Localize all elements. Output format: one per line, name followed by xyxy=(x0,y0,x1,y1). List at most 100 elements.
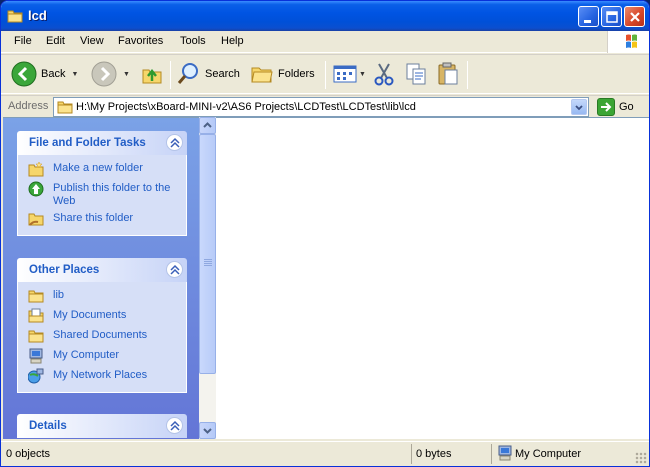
explorer-window: lcd File Edit View Favorites Tools Help xyxy=(0,0,650,467)
publish-web-icon xyxy=(28,181,44,197)
toolbar-separator xyxy=(325,61,326,89)
chevron-down-icon xyxy=(203,428,212,434)
scroll-thumb[interactable] xyxy=(199,134,216,374)
views-button[interactable]: ▼ xyxy=(333,55,366,93)
task-pane: File and Folder Tasks Make a new folder … xyxy=(3,117,199,439)
chevron-up-icon xyxy=(170,420,180,431)
place-my-documents[interactable]: My Documents xyxy=(18,306,186,326)
back-label: Back xyxy=(41,68,66,80)
panel-title: File and Folder Tasks xyxy=(29,137,146,149)
place-label: My Computer xyxy=(53,349,120,361)
address-dropdown-button[interactable] xyxy=(571,99,587,115)
menu-help[interactable]: Help xyxy=(221,35,244,47)
share-folder-icon xyxy=(28,213,44,226)
task-label: Publish this folder to the Web xyxy=(53,182,171,207)
minimize-icon xyxy=(584,20,591,23)
menu-tools[interactable]: Tools xyxy=(180,35,206,47)
folder-up-icon xyxy=(142,68,162,84)
chevron-up-icon xyxy=(203,122,212,128)
close-button[interactable] xyxy=(624,6,645,27)
views-dropdown-icon[interactable]: ▼ xyxy=(359,71,366,78)
folders-button[interactable]: Folders xyxy=(250,55,315,93)
expand-button[interactable] xyxy=(166,417,183,434)
collapse-button[interactable] xyxy=(166,261,183,278)
file-folder-tasks-panel: File and Folder Tasks Make a new folder … xyxy=(17,131,187,236)
my-computer-icon xyxy=(498,445,512,461)
paste-button[interactable] xyxy=(437,55,459,93)
scroll-up-button[interactable] xyxy=(199,117,216,134)
my-documents-icon xyxy=(28,308,44,323)
cut-button[interactable] xyxy=(373,55,395,93)
toolbar-separator xyxy=(170,61,171,89)
panel-header[interactable]: File and Folder Tasks xyxy=(17,131,187,155)
copy-button[interactable] xyxy=(405,55,427,93)
menu-favorites[interactable]: Favorites xyxy=(118,35,163,47)
network-places-icon xyxy=(28,368,44,384)
go-button[interactable]: Go xyxy=(619,101,634,113)
resize-grip-icon[interactable] xyxy=(635,452,647,464)
folders-label: Folders xyxy=(278,68,315,80)
chevron-up-icon xyxy=(170,137,180,148)
menu-file[interactable]: File xyxy=(14,35,32,47)
panel-header[interactable]: Details xyxy=(17,414,187,438)
toolbar-separator xyxy=(467,61,468,89)
status-size: 0 bytes xyxy=(416,448,452,460)
scissors-icon xyxy=(374,63,394,86)
back-arrow-icon xyxy=(11,61,37,87)
menu-view[interactable]: View xyxy=(80,35,104,47)
task-publish-to-web[interactable]: Publish this folder to the Web xyxy=(18,179,186,209)
paste-icon xyxy=(438,62,458,85)
close-icon xyxy=(630,12,640,22)
chevron-up-icon xyxy=(170,264,180,275)
panel-header[interactable]: Other Places xyxy=(17,258,187,282)
forward-button[interactable]: ▼ xyxy=(91,55,130,93)
scroll-grip-icon xyxy=(204,259,212,260)
windows-logo-icon xyxy=(607,31,649,53)
task-share-folder[interactable]: Share this folder xyxy=(18,209,186,229)
maximize-button[interactable] xyxy=(601,6,622,27)
collapse-button[interactable] xyxy=(166,134,183,151)
forward-dropdown-icon[interactable]: ▼ xyxy=(123,71,130,78)
task-make-new-folder[interactable]: Make a new folder xyxy=(18,159,186,179)
place-my-computer[interactable]: My Computer xyxy=(18,346,186,366)
title-bar[interactable]: lcd xyxy=(1,1,649,31)
toolbar: Back ▼ ▼ Search Folders ▼ xyxy=(1,54,649,94)
place-my-network-places[interactable]: My Network Places xyxy=(18,366,186,386)
address-input[interactable]: H:\My Projects\xBoard-MINI-v2\AS6 Projec… xyxy=(53,97,589,117)
search-button[interactable]: Search xyxy=(177,55,240,93)
scroll-down-button[interactable] xyxy=(199,422,216,439)
address-bar: Address H:\My Projects\xBoard-MINI-v2\AS… xyxy=(1,95,649,117)
place-lib[interactable]: lib xyxy=(18,286,186,306)
panel-title: Details xyxy=(29,420,67,432)
folder-content-area[interactable] xyxy=(216,117,649,439)
place-label: My Network Places xyxy=(53,369,148,381)
views-icon xyxy=(333,65,357,83)
maximize-icon xyxy=(606,11,618,23)
my-computer-icon xyxy=(29,348,43,364)
up-button[interactable] xyxy=(141,55,163,93)
address-label: Address xyxy=(8,100,49,112)
panel-body: lib My Documents Shared Documents My Com… xyxy=(17,282,187,393)
address-value: H:\My Projects\xBoard-MINI-v2\AS6 Projec… xyxy=(76,101,416,113)
new-folder-icon xyxy=(28,161,44,177)
folders-icon xyxy=(251,67,273,83)
folder-icon xyxy=(28,290,44,303)
search-label: Search xyxy=(205,68,240,80)
task-label: Share this folder xyxy=(53,212,134,224)
task-label: Make a new folder xyxy=(53,162,143,174)
details-panel: Details xyxy=(17,414,187,438)
back-dropdown-icon[interactable]: ▼ xyxy=(71,71,78,78)
status-size-cell: 0 bytes xyxy=(411,444,491,464)
go-arrow-icon[interactable] xyxy=(597,98,615,116)
status-bar: 0 objects 0 bytes My Computer xyxy=(1,441,649,466)
menu-edit[interactable]: Edit xyxy=(46,35,65,47)
back-button[interactable]: Back ▼ xyxy=(11,55,78,93)
magnifier-icon xyxy=(177,63,198,84)
place-label: Shared Documents xyxy=(53,329,148,341)
task-pane-scrollbar[interactable] xyxy=(199,117,216,439)
menu-bar: File Edit View Favorites Tools Help xyxy=(1,31,649,53)
copy-icon xyxy=(406,63,426,85)
place-label: lib xyxy=(53,289,65,301)
place-shared-documents[interactable]: Shared Documents xyxy=(18,326,186,346)
minimize-button[interactable] xyxy=(578,6,599,27)
